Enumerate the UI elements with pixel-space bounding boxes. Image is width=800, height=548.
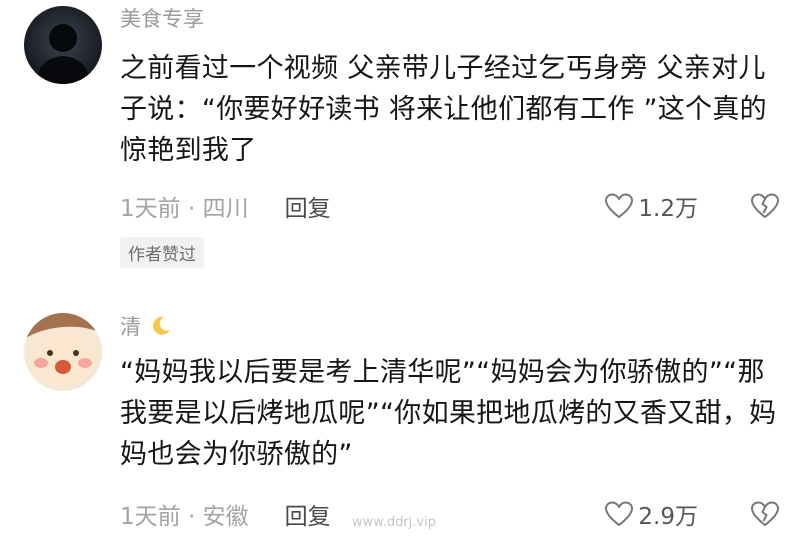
- dislike-button[interactable]: [750, 500, 780, 528]
- username-text: 清: [120, 315, 141, 339]
- comment-username[interactable]: 清: [120, 314, 172, 340]
- comment-item: 美食专享 之前看过一个视频 父亲带儿子经过乞丐身旁 父亲对儿子说：“你要好好读书…: [0, 0, 800, 270]
- like-count: 2.9万: [638, 504, 698, 530]
- comment-item: 清 “妈妈我以后要是考上清华呢”“妈妈会为你骄傲的”“那我要是以后烤地瓜呢”“你…: [0, 306, 800, 548]
- watermark: www.ddrj.vip: [352, 515, 436, 530]
- user-avatar[interactable]: [24, 313, 102, 391]
- comment-username[interactable]: 美食专享: [120, 6, 204, 32]
- comment-text: “妈妈我以后要是考上清华呢”“妈妈会为你骄傲的”“那我要是以后烤地瓜呢”“你如果…: [120, 357, 777, 470]
- like-button[interactable]: 2.9万: [604, 497, 698, 531]
- broken-heart-icon: [750, 501, 780, 527]
- comment-time-location: 1天前 · 四川: [120, 196, 249, 222]
- dislike-button[interactable]: [750, 192, 780, 220]
- heart-icon: [605, 193, 634, 219]
- user-avatar[interactable]: [24, 6, 102, 84]
- dark-silhouette-avatar-icon: [24, 6, 102, 84]
- author-liked-badge: 作者赞过: [120, 237, 204, 268]
- crescent-moon-icon: [152, 316, 170, 335]
- reply-button[interactable]: 回复: [285, 497, 331, 531]
- comment-meta-row: 1天前 · 四川 回复 1.2万: [120, 188, 780, 224]
- cartoon-face-avatar-icon: [24, 313, 102, 391]
- like-count: 1.2万: [638, 196, 698, 222]
- like-button[interactable]: 1.2万: [604, 189, 698, 223]
- reply-button[interactable]: 回复: [285, 189, 331, 223]
- comment-text: 之前看过一个视频 父亲带儿子经过乞丐身旁 父亲对儿子说：“你要好好读书 将来让他…: [120, 53, 767, 166]
- comment-meta-row: 1天前 · 安徽 回复 2.9万: [120, 496, 780, 532]
- comment-time-location: 1天前 · 安徽: [120, 504, 249, 530]
- broken-heart-icon: [750, 193, 780, 219]
- heart-icon: [605, 501, 634, 527]
